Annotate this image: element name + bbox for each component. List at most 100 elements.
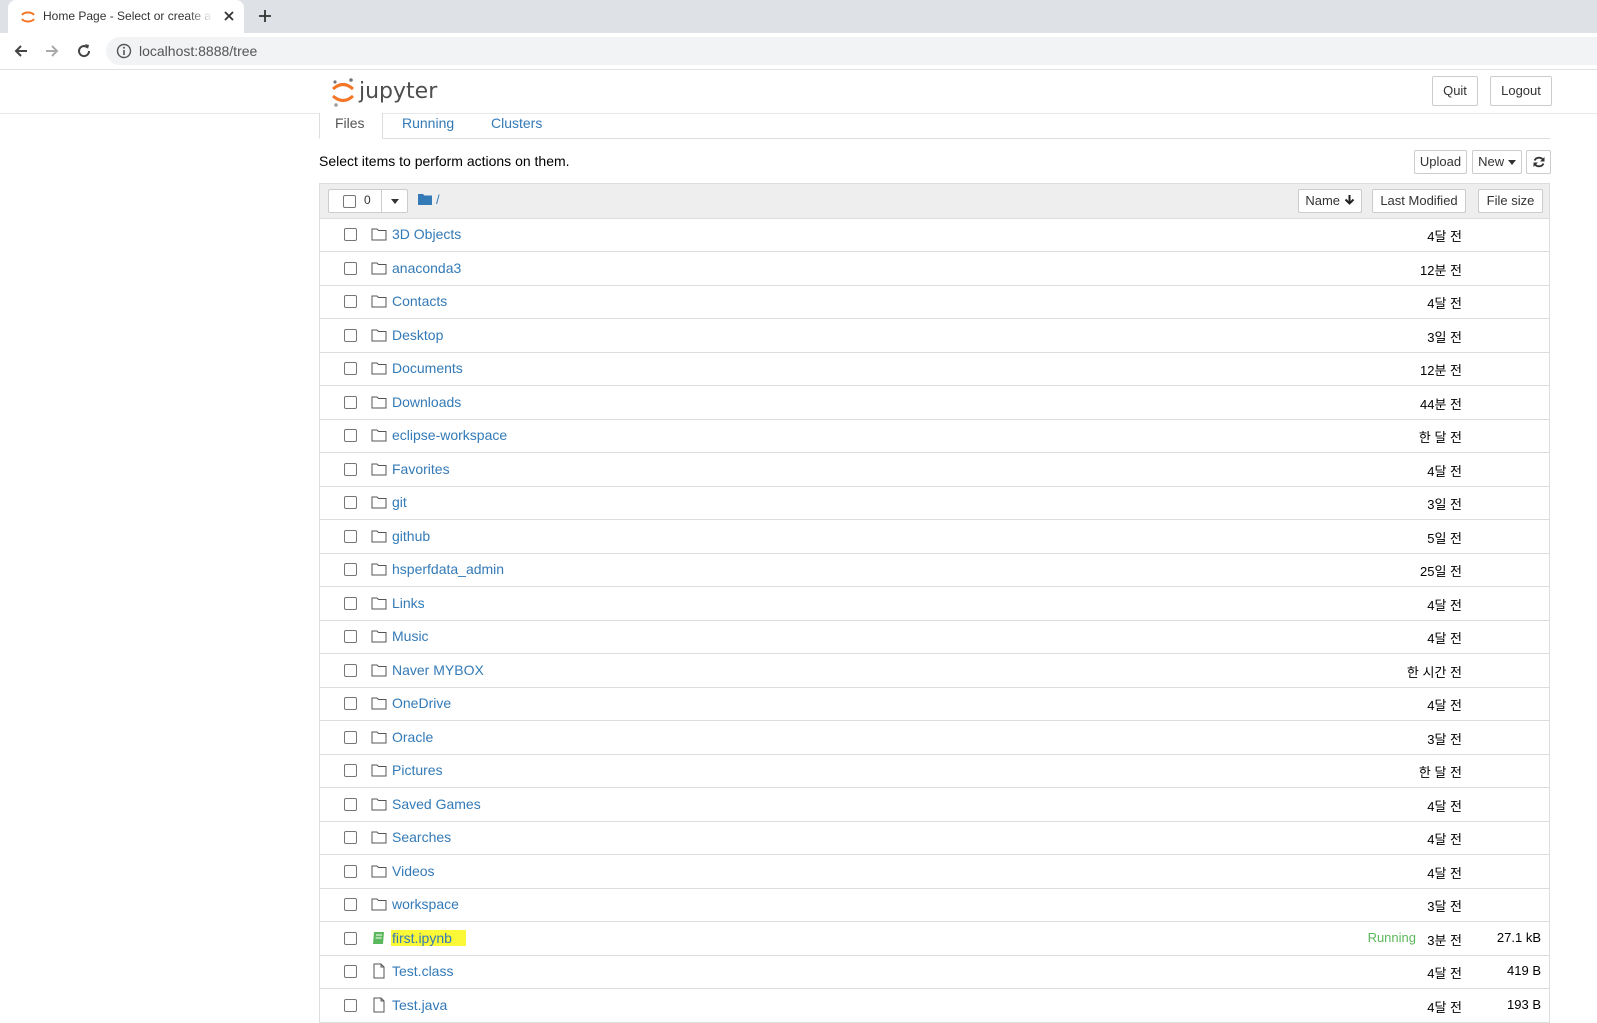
file-row[interactable]: Oracle 3달 전: [320, 721, 1549, 755]
file-row[interactable]: Naver MYBOX 한 시간 전: [320, 654, 1549, 688]
file-name-link[interactable]: first.ipynb: [391, 929, 466, 946]
sort-file-size-button[interactable]: File size: [1478, 189, 1543, 213]
file-row[interactable]: eclipse-workspace 한 달 전: [320, 419, 1549, 453]
file-row[interactable]: Favorites 4달 전: [320, 453, 1549, 487]
file-row[interactable]: OneDrive 4달 전: [320, 687, 1549, 721]
file-row[interactable]: Videos 4달 전: [320, 855, 1549, 889]
row-checkbox[interactable]: [344, 663, 357, 677]
file-row[interactable]: Pictures 한 달 전: [320, 754, 1549, 788]
folder-icon[interactable]: [418, 193, 432, 205]
file-row[interactable]: Test.java 4달 전 193 B: [320, 989, 1549, 1023]
row-checkbox[interactable]: [344, 529, 357, 543]
file-name-link[interactable]: Contacts: [392, 293, 447, 309]
file-name-link[interactable]: Links: [392, 595, 425, 611]
row-checkbox[interactable]: [344, 596, 357, 610]
reload-icon[interactable]: [74, 41, 94, 61]
row-checkbox[interactable]: [344, 730, 357, 744]
row-checkbox[interactable]: [344, 362, 357, 375]
file-row[interactable]: Music 4달 전: [320, 620, 1549, 654]
file-name-link[interactable]: hsperfdata_admin: [392, 561, 504, 577]
row-checkbox[interactable]: [344, 261, 357, 275]
close-icon[interactable]: [221, 8, 237, 24]
last-modified: 4달 전: [1427, 966, 1462, 981]
info-icon[interactable]: [116, 43, 132, 59]
row-checkbox[interactable]: [344, 429, 357, 442]
row-checkbox[interactable]: [344, 395, 357, 409]
file-name-link[interactable]: Test.java: [392, 997, 447, 1013]
file-name-link[interactable]: Favorites: [392, 461, 450, 477]
file-row[interactable]: Saved Games 4달 전: [320, 788, 1549, 822]
file-name-link[interactable]: Searches: [392, 829, 451, 845]
sort-name-button[interactable]: Name: [1298, 189, 1362, 213]
row-checkbox[interactable]: [344, 898, 357, 911]
file-name-link[interactable]: Videos: [392, 863, 435, 879]
file-row[interactable]: first.ipynb Running 3분 전 27.1 kB: [320, 922, 1549, 956]
last-modified: 한 달 전: [1418, 430, 1462, 445]
row-checkbox[interactable]: [344, 630, 357, 643]
file-row[interactable]: hsperfdata_admin 25일 전: [320, 553, 1549, 587]
file-row[interactable]: anaconda3 12분 전: [320, 252, 1549, 286]
upload-button[interactable]: Upload: [1414, 150, 1467, 174]
file-row[interactable]: Desktop 3일 전: [320, 319, 1549, 353]
file-row[interactable]: git 3일 전: [320, 486, 1549, 520]
file-name-link[interactable]: workspace: [392, 896, 459, 912]
row-checkbox[interactable]: [344, 496, 357, 509]
new-button[interactable]: New: [1472, 150, 1522, 174]
file-name-link[interactable]: git: [392, 494, 407, 510]
forward-arrow-icon[interactable]: [42, 41, 62, 61]
file-name-link[interactable]: Saved Games: [392, 796, 481, 812]
logout-button[interactable]: Logout: [1490, 76, 1552, 106]
sort-last-modified-button[interactable]: Last Modified: [1372, 189, 1466, 213]
row-checkbox[interactable]: [344, 831, 357, 844]
file-row[interactable]: Contacts 4달 전: [320, 285, 1549, 319]
chevron-down-icon[interactable]: [391, 199, 399, 204]
refresh-button[interactable]: [1526, 150, 1551, 174]
back-arrow-icon[interactable]: [11, 41, 31, 61]
file-name-link[interactable]: github: [392, 528, 430, 544]
row-checkbox[interactable]: [344, 998, 357, 1012]
address-bar[interactable]: localhost:8888/tree: [106, 37, 1597, 65]
tab-clusters[interactable]: Clusters: [491, 113, 542, 138]
quit-button[interactable]: Quit: [1432, 76, 1478, 106]
file-row[interactable]: workspace 3달 전: [320, 888, 1549, 922]
file-name-link[interactable]: Oracle: [392, 729, 433, 745]
select-all-group[interactable]: 0: [328, 189, 408, 213]
browser-tab[interactable]: Home Page - Select or create a: [8, 0, 244, 33]
row-checkbox[interactable]: [344, 864, 357, 878]
row-checkbox[interactable]: [344, 228, 357, 241]
file-name-link[interactable]: Music: [392, 628, 429, 644]
row-checkbox[interactable]: [344, 563, 357, 576]
file-name-link[interactable]: Pictures: [392, 762, 443, 778]
file-row[interactable]: 3D Objects 4달 전: [320, 218, 1549, 252]
file-name-link[interactable]: Naver MYBOX: [392, 662, 484, 678]
file-name-link[interactable]: eclipse-workspace: [392, 427, 507, 443]
breadcrumb-root[interactable]: /: [436, 192, 440, 207]
file-row[interactable]: Links 4달 전: [320, 587, 1549, 621]
plus-icon[interactable]: [255, 6, 275, 26]
row-checkbox[interactable]: [344, 797, 357, 811]
file-name-link[interactable]: anaconda3: [392, 260, 461, 276]
row-checkbox[interactable]: [344, 965, 357, 978]
row-checkbox[interactable]: [344, 931, 357, 945]
file-row[interactable]: github 5일 전: [320, 520, 1549, 554]
tab-files[interactable]: Files: [319, 113, 383, 139]
file-row[interactable]: Documents 12분 전: [320, 352, 1549, 386]
file-row[interactable]: Test.class 4달 전 419 B: [320, 955, 1549, 989]
row-checkbox[interactable]: [344, 697, 357, 710]
file-row[interactable]: Searches 4달 전: [320, 821, 1549, 855]
row-checkbox[interactable]: [344, 462, 357, 476]
jupyter-logo[interactable]: jupyter: [331, 76, 451, 108]
file-name-link[interactable]: 3D Objects: [392, 226, 461, 242]
file-name-link[interactable]: Documents: [392, 360, 463, 376]
folder-icon: [371, 262, 387, 274]
select-all-checkbox[interactable]: [343, 195, 356, 208]
row-checkbox[interactable]: [344, 764, 357, 777]
file-name-link[interactable]: OneDrive: [392, 695, 451, 711]
file-name-link[interactable]: Downloads: [392, 394, 461, 410]
file-name-link[interactable]: Desktop: [392, 327, 443, 343]
row-checkbox[interactable]: [344, 295, 357, 308]
file-name-link[interactable]: Test.class: [392, 963, 453, 979]
tab-running[interactable]: Running: [402, 113, 454, 138]
row-checkbox[interactable]: [344, 328, 357, 342]
file-row[interactable]: Downloads 44분 전: [320, 386, 1549, 420]
